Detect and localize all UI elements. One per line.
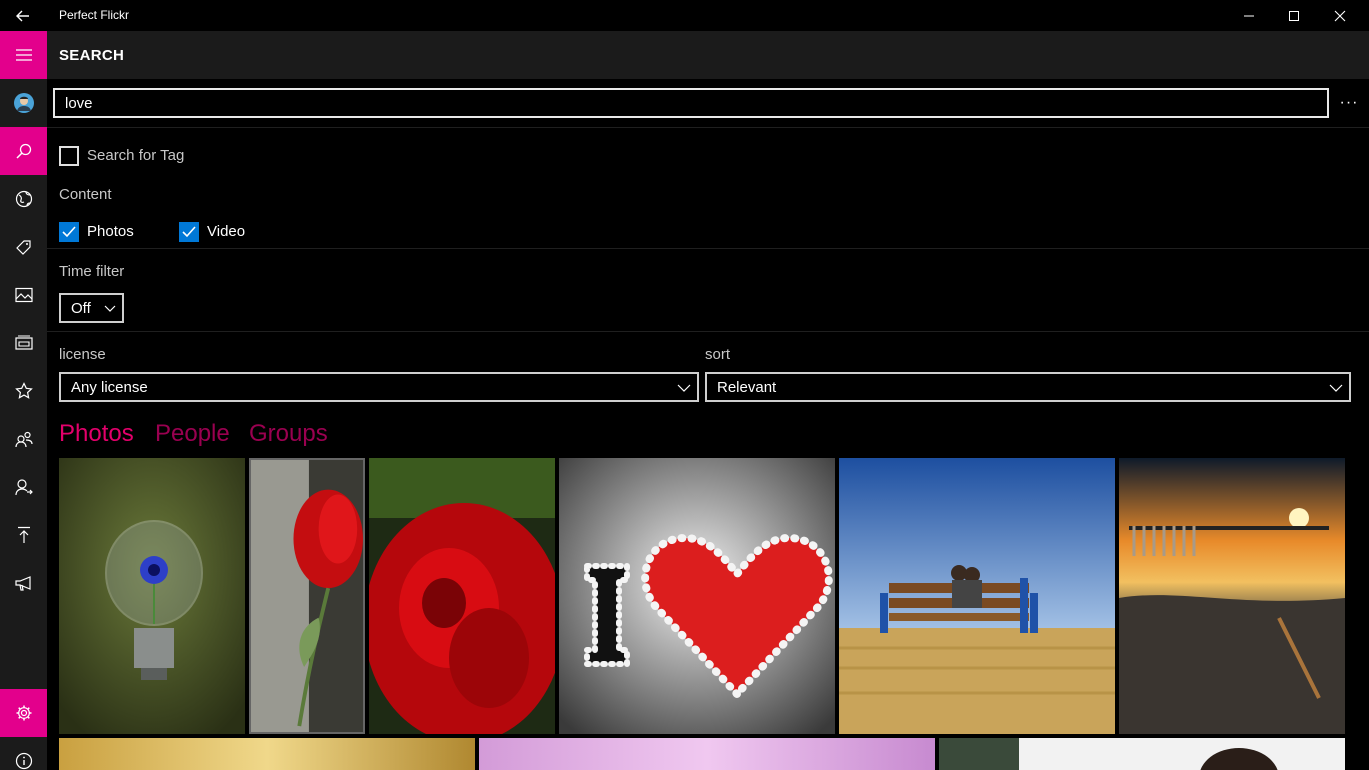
photo-thumbnail[interactable] [59, 738, 475, 770]
sidebar-item-upload[interactable] [0, 511, 47, 559]
more-options-button[interactable]: ··· [1336, 88, 1362, 118]
close-icon[interactable] [1317, 0, 1363, 31]
photos-checkbox[interactable] [59, 222, 79, 242]
photo-thumbnail[interactable] [59, 458, 245, 734]
sort-label: sort [705, 346, 731, 363]
maximize-icon[interactable] [1271, 0, 1317, 31]
megaphone-icon [14, 576, 31, 591]
license-dropdown[interactable]: Any license [59, 372, 699, 402]
sidebar [0, 31, 47, 770]
tab-people[interactable]: People [155, 420, 230, 448]
license-value: Any license [71, 378, 148, 396]
search-input[interactable] [53, 88, 1329, 118]
star-icon [14, 382, 33, 399]
gear-icon [16, 705, 31, 721]
people-icon [14, 431, 33, 448]
tab-photos[interactable]: Photos [59, 420, 134, 448]
sidebar-item-favorites[interactable] [0, 367, 47, 415]
page-title: SEARCH [59, 47, 125, 64]
sidebar-item-settings[interactable] [0, 689, 47, 737]
image-icon [14, 287, 33, 303]
globe-icon [15, 190, 32, 208]
photo-thumbnail[interactable] [249, 458, 365, 734]
photos-checkbox-label: Photos [87, 223, 134, 240]
minimize-icon[interactable] [1226, 0, 1272, 31]
sidebar-item-search[interactable] [0, 127, 47, 175]
sidebar-item-feedback[interactable] [0, 559, 47, 607]
video-checkbox-label: Video [207, 223, 246, 240]
search-for-tag-checkbox[interactable] [59, 146, 79, 166]
back-arrow-icon[interactable] [0, 0, 46, 31]
sidebar-item-explore[interactable] [0, 175, 47, 223]
sidebar-item-photos[interactable] [0, 271, 47, 319]
video-checkbox[interactable] [179, 222, 199, 242]
divider [47, 331, 1369, 332]
sidebar-item-groups[interactable] [0, 415, 47, 463]
photo-thumbnail[interactable] [839, 458, 1115, 734]
contact-icon [14, 479, 33, 496]
album-icon [14, 335, 33, 350]
sort-dropdown[interactable]: Relevant [705, 372, 1351, 402]
sidebar-item-albums[interactable] [0, 319, 47, 367]
photo-thumbnail[interactable] [1119, 458, 1345, 734]
checkmark-icon [62, 226, 76, 238]
chevron-down-icon [104, 305, 116, 312]
photo-thumbnail[interactable] [369, 458, 555, 734]
app-title: Perfect Flickr [59, 8, 130, 22]
divider [47, 248, 1369, 249]
sort-value: Relevant [717, 378, 777, 396]
chevron-down-icon [677, 384, 691, 392]
photo-thumbnail[interactable] [479, 738, 935, 770]
upload-icon [17, 526, 30, 543]
tab-groups[interactable]: Groups [249, 420, 328, 448]
sidebar-item-tags[interactable] [0, 223, 47, 271]
content-label: Content [59, 186, 112, 203]
hamburger-menu-button[interactable] [0, 31, 47, 79]
hamburger-icon [15, 49, 32, 61]
divider [47, 127, 1369, 128]
title-bar: Perfect Flickr [0, 0, 1369, 31]
time-filter-dropdown[interactable]: Off [59, 293, 124, 323]
sidebar-item-contacts[interactable] [0, 463, 47, 511]
photo-thumbnail[interactable] [559, 458, 835, 734]
avatar-icon [13, 93, 34, 113]
info-icon [15, 752, 32, 770]
account-button[interactable] [0, 79, 47, 127]
checkmark-icon [182, 226, 196, 238]
tag-icon [15, 240, 31, 255]
search-for-tag-label: Search for Tag [87, 147, 185, 164]
time-filter-label: Time filter [59, 263, 125, 280]
photo-thumbnail[interactable] [939, 738, 1345, 770]
search-icon [15, 143, 31, 159]
sidebar-item-about[interactable] [0, 737, 47, 770]
license-label: license [59, 346, 106, 363]
time-filter-value: Off [71, 299, 91, 317]
chevron-down-icon [1329, 384, 1343, 392]
page-header: SEARCH [47, 31, 1369, 79]
